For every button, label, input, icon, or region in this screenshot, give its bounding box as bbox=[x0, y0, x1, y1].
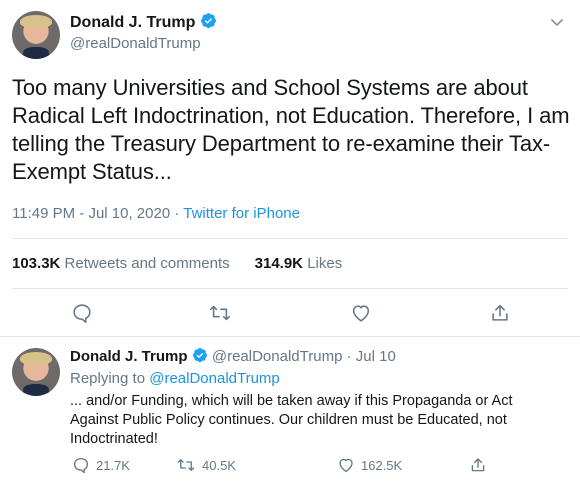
retweets-stat[interactable]: 103.3K Retweets and comments bbox=[12, 255, 230, 272]
author-handle[interactable]: @realDonaldTrump bbox=[70, 35, 201, 52]
share-button[interactable] bbox=[469, 456, 487, 474]
retweet-icon bbox=[210, 305, 230, 321]
like-count: 162.5K bbox=[361, 457, 403, 473]
tweet-source[interactable]: Twitter for iPhone bbox=[183, 205, 300, 222]
share-icon bbox=[471, 458, 485, 472]
avatar[interactable] bbox=[12, 11, 60, 59]
author-name-row[interactable]: Donald J. Trump bbox=[70, 12, 217, 32]
share-button[interactable] bbox=[489, 302, 511, 324]
chevron-down-icon[interactable] bbox=[549, 14, 565, 30]
like-button[interactable] bbox=[350, 302, 372, 324]
retweets-count: 103.3K bbox=[12, 255, 61, 272]
tweet-date[interactable]: Jul 10, 2020 bbox=[88, 205, 170, 222]
divider bbox=[0, 336, 580, 337]
likes-stat[interactable]: 314.9K Likes bbox=[255, 255, 343, 272]
author-name[interactable]: Donald J. Trump bbox=[70, 14, 195, 31]
tweet-time[interactable]: 11:49 PM bbox=[12, 205, 75, 222]
likes-label: Likes bbox=[307, 255, 343, 272]
reply-header: Donald J. Trump @realDonaldTrump · Jul 1… bbox=[70, 347, 396, 365]
reply-icon bbox=[73, 304, 91, 323]
retweet-count: 40.5K bbox=[202, 457, 236, 473]
like-button[interactable]: 162.5K bbox=[337, 456, 402, 474]
like-icon bbox=[339, 458, 353, 473]
author-handle[interactable]: @realDonaldTrump bbox=[212, 348, 343, 365]
replying-handle[interactable]: @realDonaldTrump bbox=[149, 370, 280, 387]
meta-separator: · bbox=[174, 205, 180, 222]
reply-count: 21.7K bbox=[96, 457, 130, 473]
verified-badge-icon bbox=[192, 347, 208, 363]
divider bbox=[12, 288, 568, 289]
tweet-stats: 103.3K Retweets and comments 314.9K Like… bbox=[12, 255, 342, 272]
retweets-label: Retweets and comments bbox=[64, 255, 230, 272]
reply-icon bbox=[73, 457, 89, 474]
like-icon bbox=[352, 305, 370, 322]
avatar[interactable] bbox=[12, 348, 60, 396]
replying-to: Replying to @realDonaldTrump bbox=[70, 370, 280, 387]
share-icon bbox=[492, 304, 508, 321]
tweet-text: Too many Universities and School Systems… bbox=[12, 75, 570, 184]
tweet-meta: 11:49 PM - Jul 10, 2020 · Twitter for iP… bbox=[12, 205, 300, 222]
replying-prefix: Replying to bbox=[70, 370, 146, 387]
tweet-date[interactable]: Jul 10 bbox=[356, 348, 396, 365]
likes-count: 314.9K bbox=[254, 255, 304, 272]
verified-badge-icon bbox=[200, 12, 217, 29]
reply-button[interactable]: 21.7K bbox=[72, 456, 130, 474]
tweet-text: ... and/or Funding, which will be taken … bbox=[70, 393, 513, 447]
retweet-button[interactable]: 40.5K bbox=[176, 456, 236, 474]
retweet-button[interactable] bbox=[208, 302, 232, 324]
author-name[interactable]: Donald J. Trump bbox=[70, 348, 188, 365]
divider bbox=[12, 238, 568, 239]
retweet-icon bbox=[177, 459, 195, 471]
reply-button[interactable] bbox=[71, 302, 93, 324]
meta-separator: · bbox=[346, 348, 352, 365]
